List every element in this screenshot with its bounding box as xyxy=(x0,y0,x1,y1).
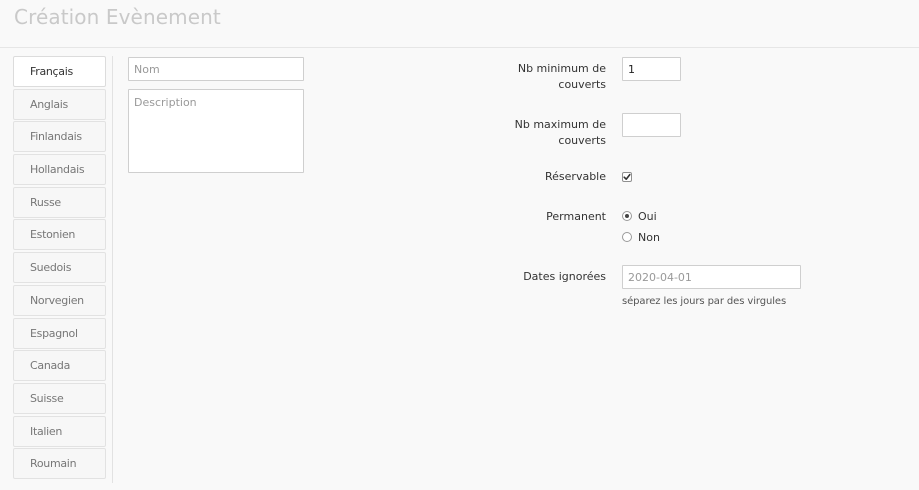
language-tab[interactable]: Russe xyxy=(13,186,106,218)
language-tab[interactable]: Roumain xyxy=(13,448,106,480)
min-covers-input[interactable] xyxy=(622,57,681,81)
language-tab[interactable]: Suisse xyxy=(13,382,106,414)
language-tab[interactable]: Espagnol xyxy=(13,317,106,349)
language-tab[interactable]: Italien xyxy=(13,415,106,447)
language-tab[interactable]: Finlandais xyxy=(13,121,106,153)
min-covers-label: Nb minimum de couverts xyxy=(518,61,606,93)
name-input[interactable] xyxy=(128,57,304,81)
max-covers-label-line-2: couverts xyxy=(558,134,606,147)
permanent-oui-label: Oui xyxy=(638,209,657,223)
bookable-label: Réservable xyxy=(545,170,606,183)
language-tabs: Français Anglais Finlandais Hollandais Russe… xyxy=(13,56,106,481)
language-tab[interactable]: Anglais xyxy=(13,88,106,120)
description-input[interactable] xyxy=(128,89,304,173)
checkmark-icon xyxy=(623,173,631,180)
language-tab[interactable]: Français xyxy=(13,56,106,87)
language-tab[interactable]: Hollandais xyxy=(13,154,106,186)
page-title: Création Evènement xyxy=(14,5,221,29)
permanent-label: Permanent xyxy=(546,210,606,223)
language-tab[interactable]: Norvegien xyxy=(13,284,106,316)
radio-unselected-icon xyxy=(622,232,632,242)
min-covers-label-line-2: couverts xyxy=(558,78,606,91)
radio-selected-icon xyxy=(622,211,632,221)
ignored-dates-input[interactable] xyxy=(622,265,801,289)
ignored-dates-label: Dates ignorées xyxy=(523,270,606,283)
header-divider xyxy=(0,47,919,48)
permanent-non-label: Non xyxy=(638,230,660,244)
bookable-checkbox[interactable] xyxy=(622,172,632,182)
language-tab[interactable]: Estonien xyxy=(13,219,106,251)
permanent-non-radio[interactable]: Non xyxy=(622,230,660,244)
min-covers-label-line-1: Nb minimum de xyxy=(517,62,606,75)
max-covers-input[interactable] xyxy=(622,113,681,137)
language-tab[interactable]: Suedois xyxy=(13,252,106,284)
ignored-dates-help: séparez les jours par des virgules xyxy=(622,296,787,307)
language-tab[interactable]: Canada xyxy=(13,350,106,382)
max-covers-label-line-1: Nb maximum de xyxy=(514,118,606,131)
max-covers-label: Nb maximum de couverts xyxy=(515,117,606,149)
permanent-oui-radio[interactable]: Oui xyxy=(622,209,657,223)
tabs-divider xyxy=(112,56,113,483)
